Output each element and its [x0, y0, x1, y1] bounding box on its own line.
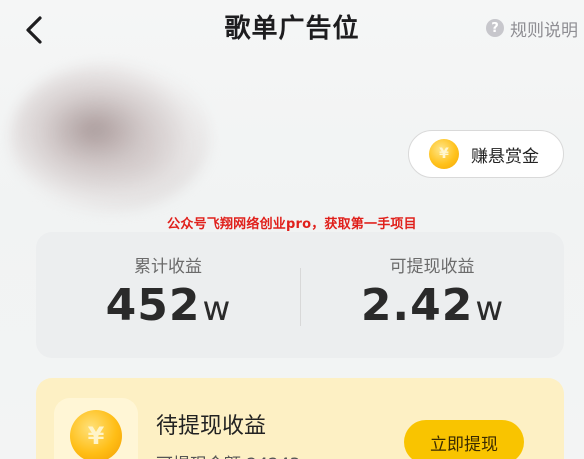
withdrawable-earnings-unit: w — [475, 289, 504, 329]
total-earnings-value: 452w — [36, 280, 300, 331]
earn-bounty-button[interactable]: ¥ 赚悬赏金 — [408, 130, 564, 178]
total-earnings-label: 累计收益 — [134, 257, 202, 277]
coin-icon-box: ¥ — [54, 398, 138, 459]
pending-earnings-title: 待提现收益 — [156, 414, 267, 439]
ad-playlist-page: 歌单广告位 ? 规则说明 ¥ 赚悬赏金 公众号飞翔网络创业pro，获取第一手项目… — [0, 0, 584, 459]
total-earnings-unit: w — [202, 289, 231, 329]
yen-coin-icon: ¥ — [70, 410, 122, 459]
withdrawable-earnings-number: 2.42 — [360, 280, 474, 331]
withdrawable-earnings-stat: 可提现收益 2.42w — [300, 232, 564, 358]
earn-bounty-label: 赚悬赏金 — [471, 146, 539, 167]
total-earnings-number: 452 — [105, 280, 201, 331]
withdrawable-earnings-label: 可提现收益 — [389, 257, 475, 277]
withdraw-now-button[interactable]: 立即提现 — [404, 420, 524, 459]
question-circle-icon: ? — [486, 19, 504, 37]
rules-link[interactable]: ? 规则说明 — [486, 16, 578, 41]
pending-earnings-card: ¥ 待提现收益 可提现金额 24243 立即提现 — [36, 378, 564, 459]
avatar — [10, 62, 210, 212]
header: 歌单广告位 ? 规则说明 — [0, 0, 584, 60]
withdrawable-earnings-value: 2.42w — [300, 280, 564, 331]
earnings-stats-card: 累计收益 452w 可提现收益 2.42w — [36, 232, 564, 358]
yen-coin-icon: ¥ — [429, 139, 459, 169]
withdrawable-amount-text: 可提现金额 24243 — [156, 450, 300, 459]
watermark-text: 公众号飞翔网络创业pro，获取第一手项目 — [167, 217, 417, 232]
rules-label: 规则说明 — [510, 20, 578, 41]
total-earnings-stat: 累计收益 452w — [36, 232, 300, 358]
